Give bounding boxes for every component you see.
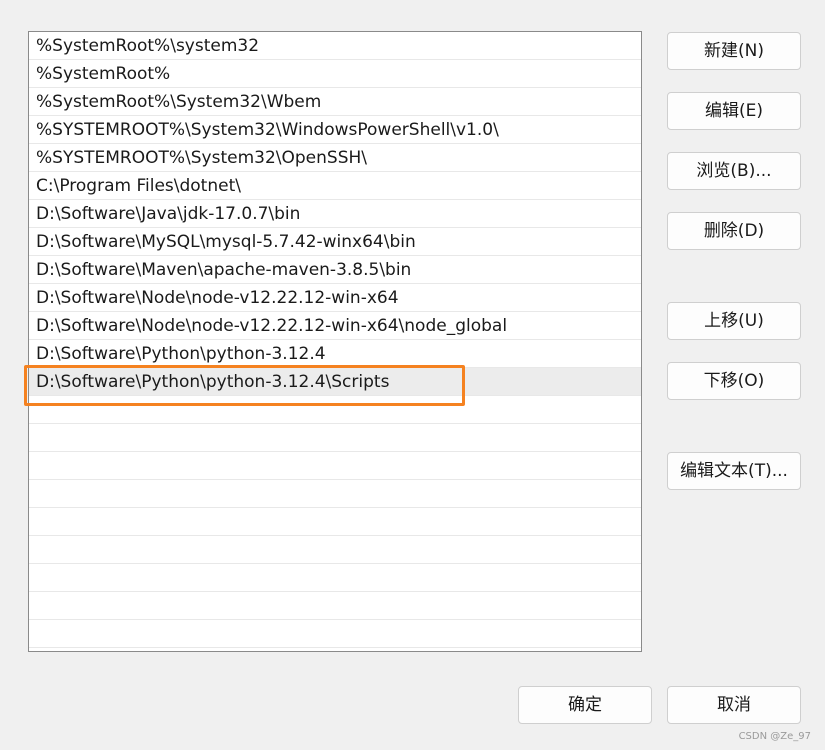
list-item[interactable]: D:\Software\Python\python-3.12.4 [29,340,641,368]
empty-row[interactable] [29,564,641,592]
delete-button[interactable]: 删除(D) [667,212,801,250]
empty-row[interactable] [29,452,641,480]
list-item[interactable]: D:\Software\Maven\apache-maven-3.8.5\bin [29,256,641,284]
list-item[interactable]: %SYSTEMROOT%\System32\WindowsPowerShell\… [29,116,641,144]
path-list[interactable]: %SystemRoot%\system32 %SystemRoot% %Syst… [28,31,642,652]
list-item[interactable]: D:\Software\Node\node-v12.22.12-win-x64\… [29,312,641,340]
new-button[interactable]: 新建(N) [667,32,801,70]
list-item[interactable]: D:\Software\Java\jdk-17.0.7\bin [29,200,641,228]
watermark: CSDN @Ze_97 [738,731,811,742]
empty-row[interactable] [29,396,641,424]
cancel-button[interactable]: 取消 [667,686,801,724]
empty-row[interactable] [29,480,641,508]
empty-row[interactable] [29,620,641,648]
empty-row[interactable] [29,536,641,564]
empty-row[interactable] [29,508,641,536]
list-item[interactable]: %SystemRoot% [29,60,641,88]
list-item[interactable]: %SystemRoot%\System32\Wbem [29,88,641,116]
list-item[interactable]: %SYSTEMROOT%\System32\OpenSSH\ [29,144,641,172]
ok-button[interactable]: 确定 [518,686,652,724]
list-item-selected[interactable]: D:\Software\Python\python-3.12.4\Scripts [29,368,641,396]
move-down-button[interactable]: 下移(O) [667,362,801,400]
list-item[interactable]: D:\Software\Node\node-v12.22.12-win-x64 [29,284,641,312]
edit-text-button[interactable]: 编辑文本(T)... [667,452,801,490]
browse-button[interactable]: 浏览(B)... [667,152,801,190]
list-item[interactable]: D:\Software\MySQL\mysql-5.7.42-winx64\bi… [29,228,641,256]
move-up-button[interactable]: 上移(U) [667,302,801,340]
edit-button[interactable]: 编辑(E) [667,92,801,130]
list-item[interactable]: %SystemRoot%\system32 [29,32,641,60]
list-item[interactable]: C:\Program Files\dotnet\ [29,172,641,200]
empty-row[interactable] [29,592,641,620]
empty-row[interactable] [29,424,641,452]
